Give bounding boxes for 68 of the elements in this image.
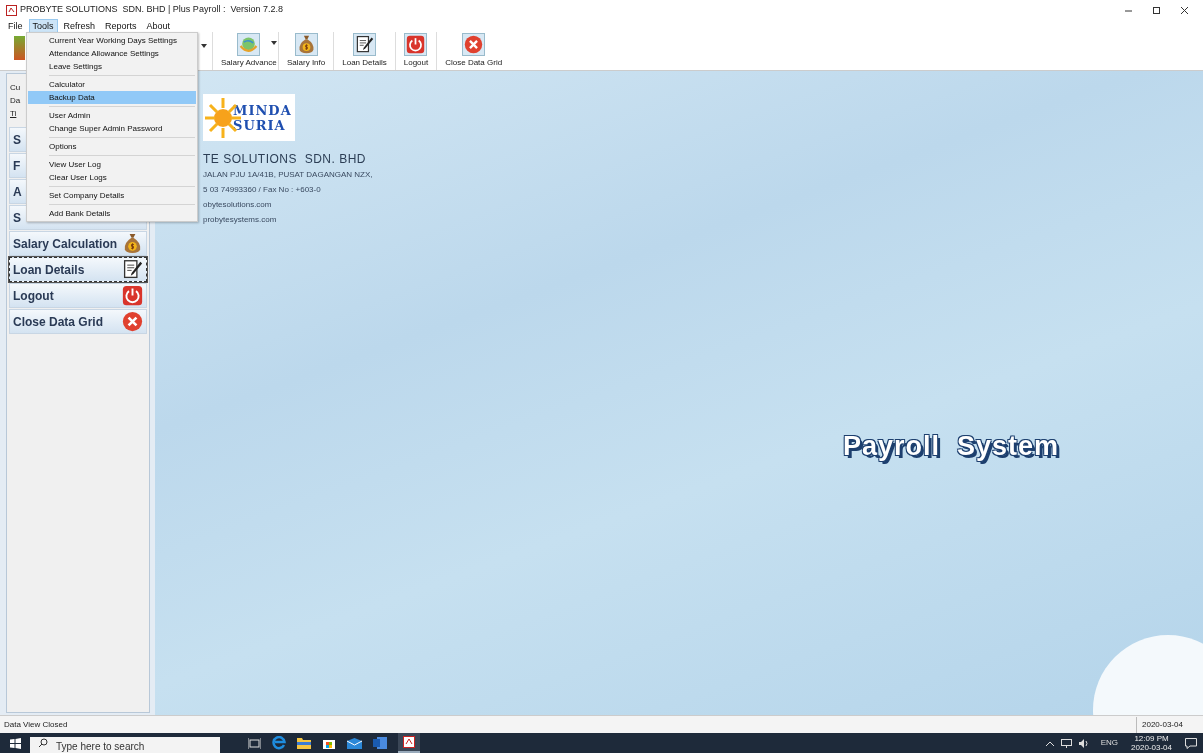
company-name: TE SOLUTIONS SDN. BHD xyxy=(203,151,368,167)
status-date: 2020-03-04 xyxy=(1136,716,1200,733)
close-circle-icon xyxy=(464,35,484,54)
menu-item[interactable]: Leave Settings xyxy=(28,60,196,73)
close-icon xyxy=(1179,5,1189,15)
company-detail: obytesolutions.com xyxy=(203,199,273,211)
notification-icon[interactable] xyxy=(1185,737,1197,749)
task-view-icon[interactable] xyxy=(248,737,261,749)
document-app-icon[interactable] xyxy=(373,737,387,749)
company-detail: probytesystems.com xyxy=(203,214,278,226)
windows-icon xyxy=(9,737,21,749)
sidebar-item[interactable]: Salary Calculation xyxy=(9,231,147,256)
sidebar-item[interactable]: Loan Details xyxy=(9,257,147,282)
logo-text: MINDA xyxy=(233,102,292,118)
document-pen-icon xyxy=(122,259,143,280)
status-message: Data View Closed xyxy=(3,718,68,731)
toolbar-button-label[interactable]: Salary Info xyxy=(285,58,328,68)
info-label: Ti xyxy=(10,108,18,120)
money-bag-icon xyxy=(122,233,143,254)
close-circle-icon xyxy=(122,311,143,332)
language-indicator[interactable]: ENG xyxy=(1100,737,1119,749)
menu-item[interactable]: View User Log xyxy=(28,158,196,171)
menu-item[interactable]: Reports xyxy=(101,19,141,33)
toolbar-button-label[interactable]: Logout xyxy=(401,58,431,68)
taskbar-search-field[interactable]: Type here to search xyxy=(30,736,220,753)
sidebar-item[interactable]: Close Data Grid xyxy=(9,309,147,334)
power-icon xyxy=(406,35,426,54)
search-icon xyxy=(38,738,48,748)
mail-icon[interactable] xyxy=(347,737,362,749)
menu-item[interactable]: About xyxy=(142,19,175,33)
menu-item[interactable]: Set Company Details xyxy=(28,189,196,202)
menu-item[interactable]: File xyxy=(4,19,27,33)
menu-item[interactable]: Current Year Working Days Settings xyxy=(28,34,196,47)
menu-item[interactable]: Options xyxy=(28,140,196,153)
menu-item[interactable]: Clear User Logs xyxy=(28,171,196,184)
caret-icon[interactable] xyxy=(271,41,278,45)
payroll-app-icon[interactable] xyxy=(398,733,420,753)
menu-item[interactable]: Calculator xyxy=(28,78,196,91)
menu-item[interactable]: Backup Data xyxy=(28,91,196,104)
toolbar-button-label[interactable]: Close Data Grid xyxy=(443,58,505,68)
menu-item[interactable]: Refresh xyxy=(59,19,100,33)
company-detail: 5 03 74993360 / Fax No : +603-0 xyxy=(203,184,322,196)
browser-icon[interactable] xyxy=(272,736,286,750)
company-detail: JALAN PJU 1A/41B, PUSAT DAGANGAN NZX, xyxy=(203,169,374,181)
toolbar-button-label[interactable]: Salary Advance xyxy=(219,58,279,68)
info-label: Da xyxy=(10,95,22,107)
banner-title: Payroll System xyxy=(843,430,1060,463)
app-icon xyxy=(6,4,17,16)
window-title: PROBYTE SOLUTIONS SDN. BHD | Plus Payroll : Version 7.2.8 xyxy=(20,3,283,17)
menu-item[interactable]: Add Bank Details xyxy=(28,207,196,220)
folder-icon[interactable] xyxy=(297,737,311,749)
caret-icon[interactable] xyxy=(201,44,207,48)
menu-item[interactable]: Change Super Admin Password xyxy=(28,122,196,135)
logo-text: SURIA xyxy=(233,117,287,133)
document-pen-icon xyxy=(355,35,374,54)
globe-icon xyxy=(239,35,259,54)
chevron-up-icon[interactable] xyxy=(1045,740,1054,746)
info-label: Cu xyxy=(10,82,22,94)
volume-icon[interactable] xyxy=(1078,738,1090,748)
maximize-icon xyxy=(1151,5,1161,15)
menu-item[interactable]: Tools xyxy=(28,19,58,33)
toolbar-button-label[interactable]: Loan Details xyxy=(340,58,389,68)
network-icon[interactable] xyxy=(1060,738,1072,748)
clock[interactable]: 12:09 PM 2020-03-04 xyxy=(1131,734,1172,752)
sidebar-item[interactable]: Logout xyxy=(9,283,147,308)
power-icon xyxy=(122,285,143,306)
menu-item[interactable]: User Admin xyxy=(28,109,196,122)
menu-item[interactable]: Attendance Allowance Settings xyxy=(28,47,196,60)
